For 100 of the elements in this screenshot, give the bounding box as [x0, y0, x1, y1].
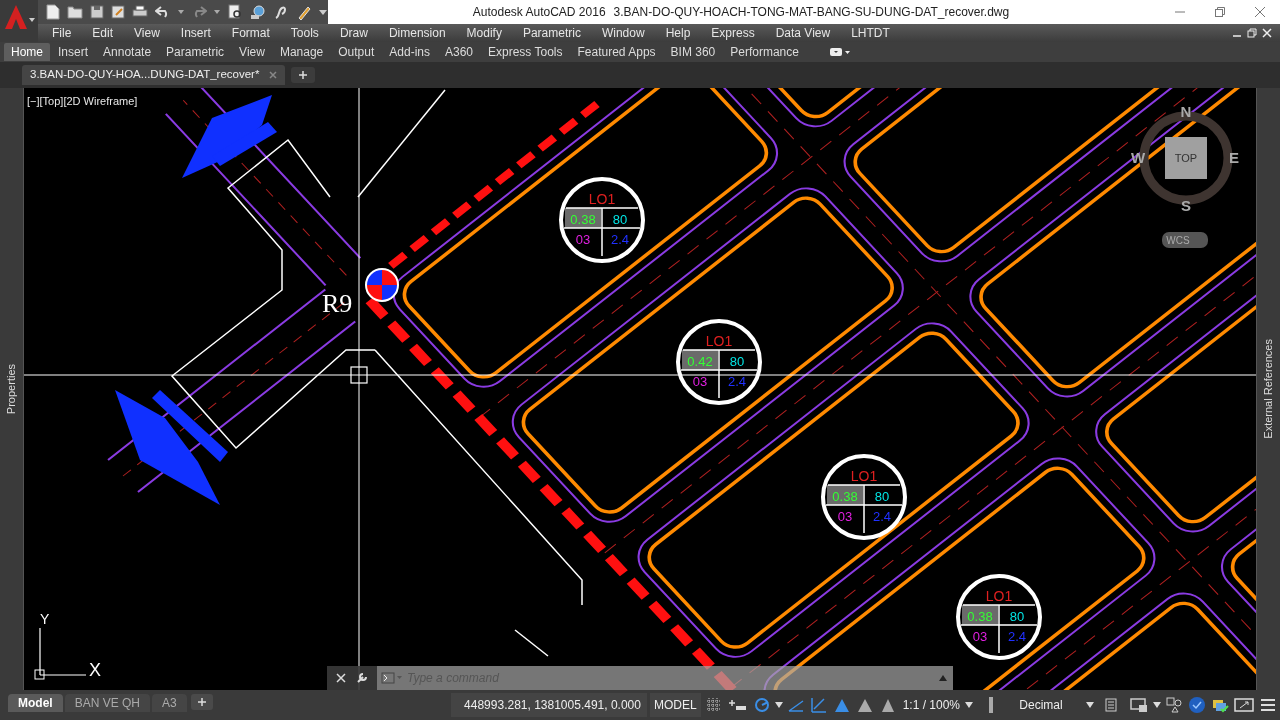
plus-icon: [298, 70, 309, 80]
new-tab-button[interactable]: [291, 67, 316, 83]
clean-screen-icon[interactable]: [1233, 695, 1255, 715]
caret-icon[interactable]: [319, 9, 327, 15]
highlighted-lot-value: 0.38: [827, 485, 863, 505]
save-as-icon[interactable]: [111, 5, 125, 19]
print-icon[interactable]: [132, 5, 148, 19]
ribbon-tab[interactable]: Add-ins: [382, 43, 437, 61]
viewport-label[interactable]: [−][Top][2D Wireframe]: [27, 93, 138, 110]
ribbon-tab[interactable]: Featured Apps: [570, 43, 663, 61]
menu-item[interactable]: Modify: [466, 24, 502, 42]
lot-name: LO1: [588, 191, 616, 207]
save-icon[interactable]: [90, 5, 104, 19]
restore-icon[interactable]: [1214, 6, 1226, 18]
menu-item[interactable]: View: [134, 24, 160, 42]
calculator-icon[interactable]: [1103, 695, 1119, 715]
close-icon[interactable]: [1254, 6, 1266, 18]
lot-name: LO1: [850, 468, 878, 484]
model-space-button[interactable]: MODEL: [649, 693, 701, 717]
menu-item[interactable]: Tools: [290, 24, 319, 42]
caret-icon[interactable]: [1153, 702, 1161, 708]
compass-label: W: [1130, 149, 1146, 166]
axis-label: X: [89, 660, 101, 680]
ribbon-tab[interactable]: A360: [438, 43, 480, 61]
compass-label: E: [1229, 149, 1239, 166]
file-name: 3.BAN-DO-QUY-HOACH-TONG-MAT-BANG-SU-DUNG-DAT_recover.dwg: [613, 4, 1010, 21]
isolate-objects-icon[interactable]: [1164, 695, 1184, 715]
ribbon-tab[interactable]: Performance: [723, 43, 806, 61]
ribbon-tab[interactable]: Output: [331, 43, 382, 61]
ribbon-tab[interactable]: Express Tools: [481, 43, 570, 61]
menu-item[interactable]: Draw: [339, 24, 368, 42]
hardware-acceleration-icon[interactable]: [1187, 695, 1207, 715]
properties-side-panel[interactable]: Properties: [0, 88, 24, 690]
new-layout-button[interactable]: [190, 694, 213, 710]
lot-name: LO1: [705, 333, 733, 349]
caret-icon[interactable]: [214, 10, 220, 14]
coordinate-system-button: [1162, 232, 1208, 248]
lot-value: 80: [874, 489, 890, 504]
ribbon-tab[interactable]: Parametric: [159, 43, 232, 61]
new-file-icon[interactable]: [46, 4, 60, 20]
logo-icon: [4, 4, 28, 30]
panel-label: Properties: [4, 363, 19, 415]
menu-item[interactable]: Data View: [775, 24, 831, 42]
units-dropdown[interactable]: Decimal: [999, 693, 1083, 717]
lot-value: 2.4: [727, 374, 747, 389]
caret-icon[interactable]: [965, 702, 973, 708]
lot-value: 03: [575, 232, 591, 247]
menu-item[interactable]: Format: [231, 24, 270, 42]
coordinate-system-label: WCS: [1166, 235, 1190, 246]
menu-item[interactable]: Window: [601, 24, 645, 42]
menu-item[interactable]: Help: [665, 24, 691, 42]
application-title: Autodesk AutoCAD 2016: [472, 4, 606, 21]
ruler-icon[interactable]: [986, 695, 996, 715]
caret-icon[interactable]: [178, 10, 184, 14]
ribbon-tab[interactable]: BIM 360: [663, 43, 723, 61]
menu-item[interactable]: File: [52, 24, 72, 42]
caret-icon: [29, 18, 35, 22]
wrench-icon[interactable]: [356, 672, 368, 684]
workspace-icon[interactable]: [1128, 695, 1150, 715]
lot-name: LO1: [985, 588, 1013, 604]
ribbon-tab[interactable]: Home: [4, 43, 50, 61]
menu-item[interactable]: Parametric: [522, 24, 581, 42]
menu-item[interactable]: Edit: [92, 24, 114, 42]
caret-icon[interactable]: [1086, 702, 1094, 708]
object-snap-tracking-icon[interactable]: [808, 695, 829, 715]
ribbon-tab[interactable]: Insert: [51, 43, 96, 61]
layout-tab[interactable]: Model: [8, 694, 63, 712]
menu-item[interactable]: Insert: [180, 24, 211, 42]
highlighted-lot-value: 0.38: [565, 208, 601, 228]
restore-icon[interactable]: [1247, 28, 1257, 38]
menu-item[interactable]: Express: [711, 24, 755, 42]
document-tab[interactable]: 3.BAN-DO-QUY-HOA...DUNG-DAT_recover*: [22, 65, 286, 85]
road-outline: [514, 629, 549, 657]
view-cube-face: [1165, 137, 1207, 179]
toggle-icon[interactable]: [828, 47, 851, 57]
caret-up-icon[interactable]: [939, 675, 947, 681]
ribbon-tab[interactable]: Manage: [272, 43, 331, 61]
lot-value: 80: [729, 354, 745, 369]
road-label: R9: [322, 289, 353, 318]
document-search-icon[interactable]: [227, 4, 243, 20]
highlighted-lot-value: 0.38: [962, 605, 998, 625]
lot-value: 03: [692, 374, 708, 389]
command-prompt-icon[interactable]: [381, 672, 403, 684]
annotation-scale-dropdown[interactable]: 1:1 / 100%: [900, 693, 962, 717]
plus-icon: [196, 697, 207, 707]
menu-item[interactable]: LHTDT: [851, 24, 890, 42]
menu-item[interactable]: Dimension: [388, 24, 446, 42]
compass-label: S: [1181, 197, 1191, 214]
external-references-side-panel[interactable]: External References: [1256, 88, 1280, 690]
layout-tab[interactable]: BAN VE QH: [64, 694, 151, 712]
globe-icon[interactable]: [250, 4, 266, 20]
folder-icon[interactable]: [67, 5, 83, 19]
caret-icon[interactable]: [774, 702, 783, 708]
layout-tab[interactable]: A3: [152, 694, 187, 712]
coordinates-display[interactable]: 448993.281, 1381005.491, 0.000: [450, 693, 647, 717]
ribbon-tab[interactable]: View: [232, 43, 272, 61]
ribbon-tab[interactable]: Annotate: [96, 43, 159, 61]
panel-label: External References: [1261, 339, 1276, 439]
highlighted-lot-value: 0.42: [682, 350, 718, 370]
lot-value: 80: [612, 212, 628, 227]
